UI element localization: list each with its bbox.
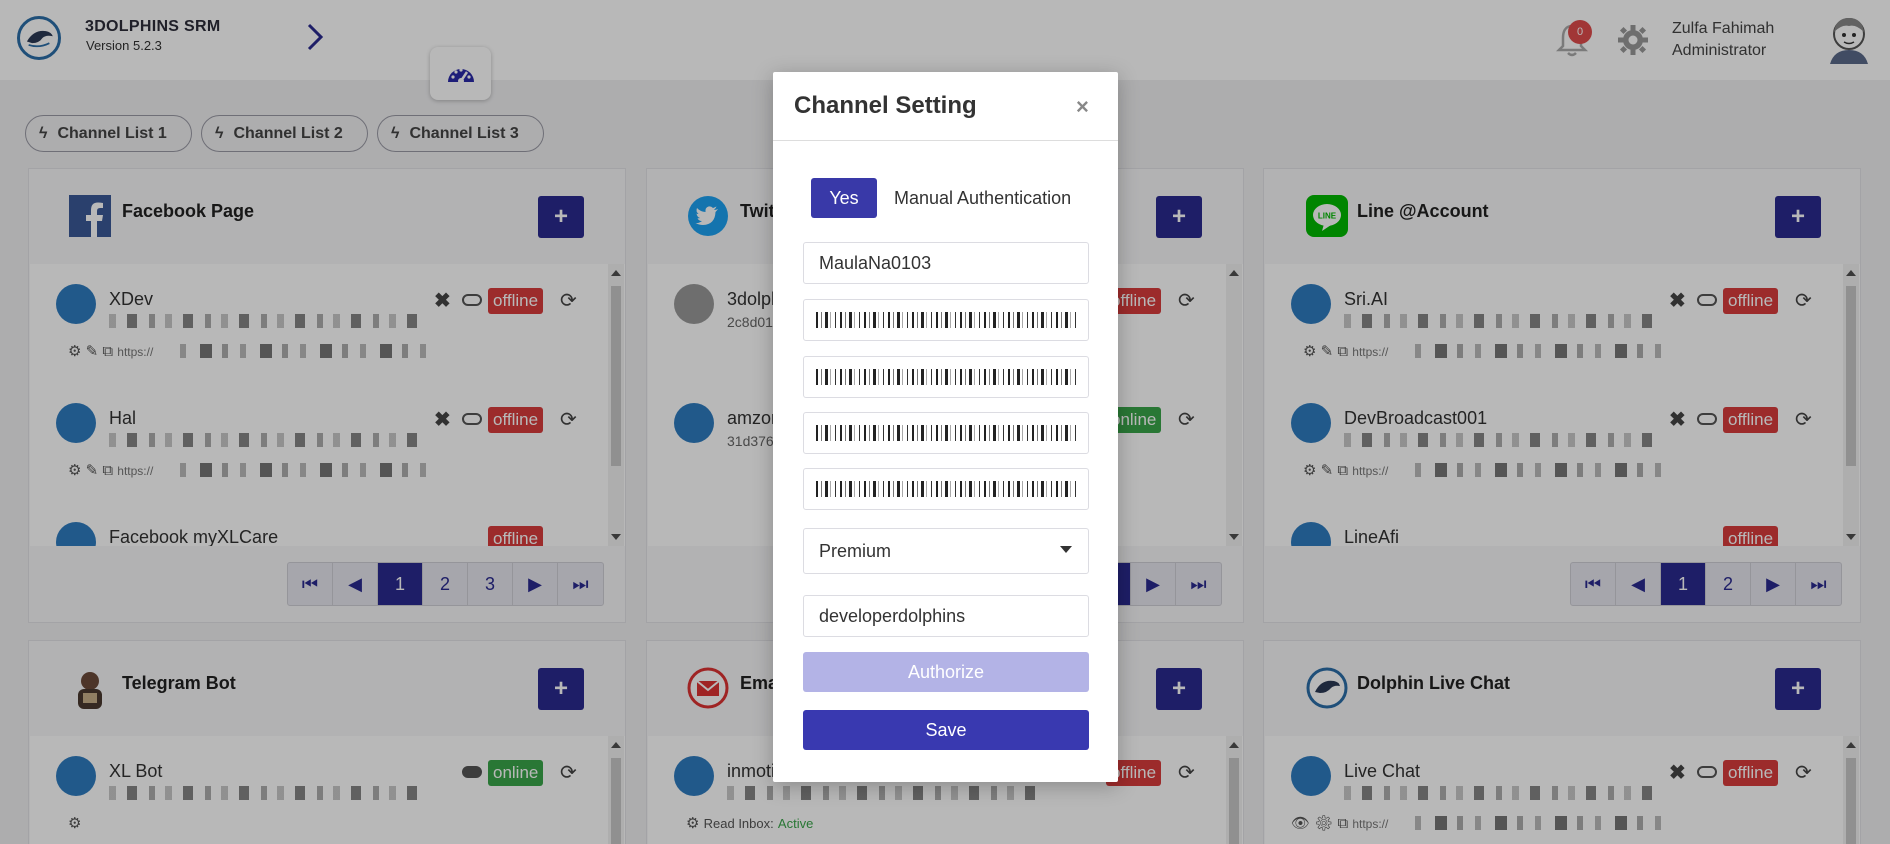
redacted-value (816, 312, 1076, 328)
authorize-button[interactable]: Authorize (803, 652, 1089, 692)
save-button[interactable]: Save (803, 710, 1089, 750)
redacted-value (816, 425, 1076, 441)
manual-authentication-label: Manual Authentication (894, 188, 1072, 208)
redacted-token-secret-field[interactable] (803, 468, 1089, 510)
plan-select[interactable]: Premium (803, 528, 1089, 574)
chevron-down-icon (1060, 546, 1072, 553)
channel-setting-modal: Channel Setting × Yes Manual Authenticat… (773, 72, 1118, 782)
redacted-value (816, 369, 1076, 385)
modal-title: Channel Setting (794, 92, 977, 119)
redacted-token-field[interactable] (803, 412, 1089, 454)
close-icon[interactable]: × (1076, 94, 1089, 120)
username-field[interactable]: MaulaNa0103 (803, 242, 1089, 284)
redacted-value (816, 481, 1076, 497)
yes-button[interactable]: Yes (811, 178, 877, 218)
modal-divider (773, 140, 1118, 141)
redacted-secret-field[interactable] (803, 356, 1089, 398)
redacted-key-field[interactable] (803, 299, 1089, 341)
environment-field[interactable]: developerdolphins (803, 595, 1089, 637)
plan-select-value: Premium (819, 541, 892, 561)
